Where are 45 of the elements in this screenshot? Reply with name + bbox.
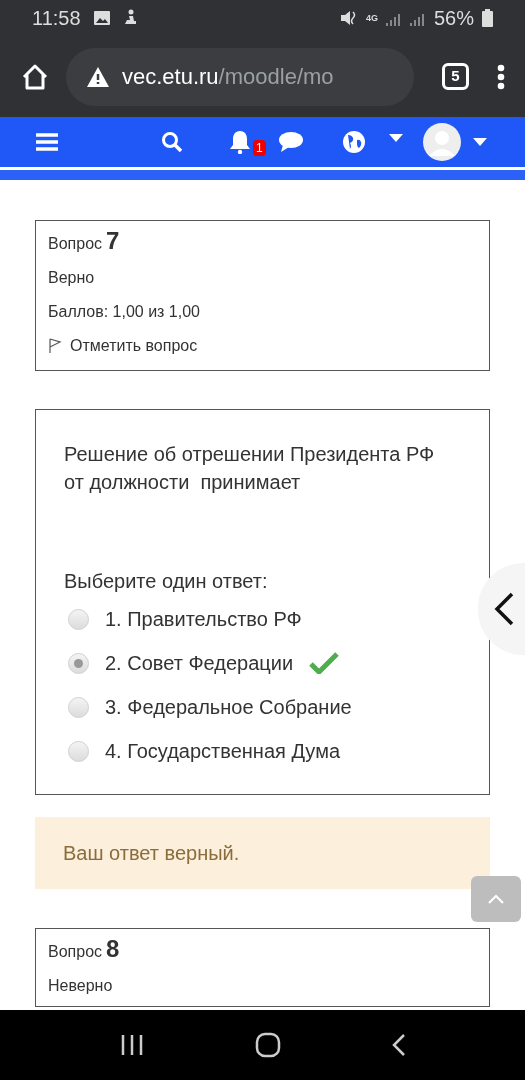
question-label: Вопрос — [48, 234, 103, 254]
question-number: 7 — [106, 229, 120, 253]
question-number: 8 — [106, 937, 120, 961]
network-type: 4G — [365, 13, 378, 23]
radio-button[interactable] — [68, 740, 89, 762]
bell-icon[interactable] — [228, 130, 252, 154]
answer-option[interactable]: 3. Федеральное Собрание — [105, 692, 352, 722]
chevron-left-icon — [494, 592, 514, 626]
question-text: Решение об отрешении Президента РФ от должности принимает — [64, 442, 436, 495]
url-text: vec.etu.ru/moodle/mo — [122, 63, 334, 91]
answer-option[interactable]: 2. Совет Федерации — [105, 648, 294, 678]
chat-icon[interactable] — [278, 131, 304, 153]
radio-button[interactable] — [68, 608, 89, 630]
caret-icon[interactable] — [389, 134, 403, 142]
figure-icon — [122, 9, 137, 27]
flag-icon — [48, 338, 62, 354]
mute-icon — [339, 9, 358, 27]
avatar-icon[interactable] — [423, 123, 461, 161]
clock: 11:58 — [32, 6, 81, 31]
question-grade: Баллов: 1,00 из 1,00 — [48, 302, 201, 322]
notification-badge: 1 — [253, 140, 266, 156]
radio-button[interactable] — [68, 696, 89, 718]
battery-icon — [482, 9, 493, 27]
flag-question-link[interactable]: Отметить вопрос — [48, 334, 477, 362]
question-state: Верно — [48, 268, 96, 288]
question-state: Неверно — [48, 976, 114, 996]
battery-percent: 56% — [433, 6, 474, 31]
menu-icon[interactable] — [36, 133, 58, 151]
home-button-icon[interactable] — [254, 1032, 281, 1058]
answer-option[interactable]: 1. Правительство РФ — [105, 604, 302, 634]
radio-button[interactable] — [68, 652, 89, 674]
answer-option[interactable]: 4. Государственная Дума — [105, 736, 341, 766]
answer-prompt: Выберите один ответ: — [64, 569, 269, 594]
question-label: Вопрос — [48, 942, 103, 962]
tab-count-button[interactable]: 5 — [442, 63, 469, 90]
chevron-up-icon — [488, 894, 504, 904]
more-icon[interactable] — [497, 63, 505, 90]
caret-icon[interactable] — [473, 138, 487, 146]
address-bar[interactable]: vec.etu.ru/moodle/mo — [66, 47, 414, 106]
warning-icon — [86, 65, 110, 88]
recents-icon[interactable] — [119, 1034, 144, 1056]
search-icon[interactable] — [161, 131, 183, 153]
back-icon[interactable] — [391, 1033, 406, 1057]
image-icon — [92, 10, 111, 26]
feedback-text: Ваш ответ верный. — [63, 841, 240, 866]
